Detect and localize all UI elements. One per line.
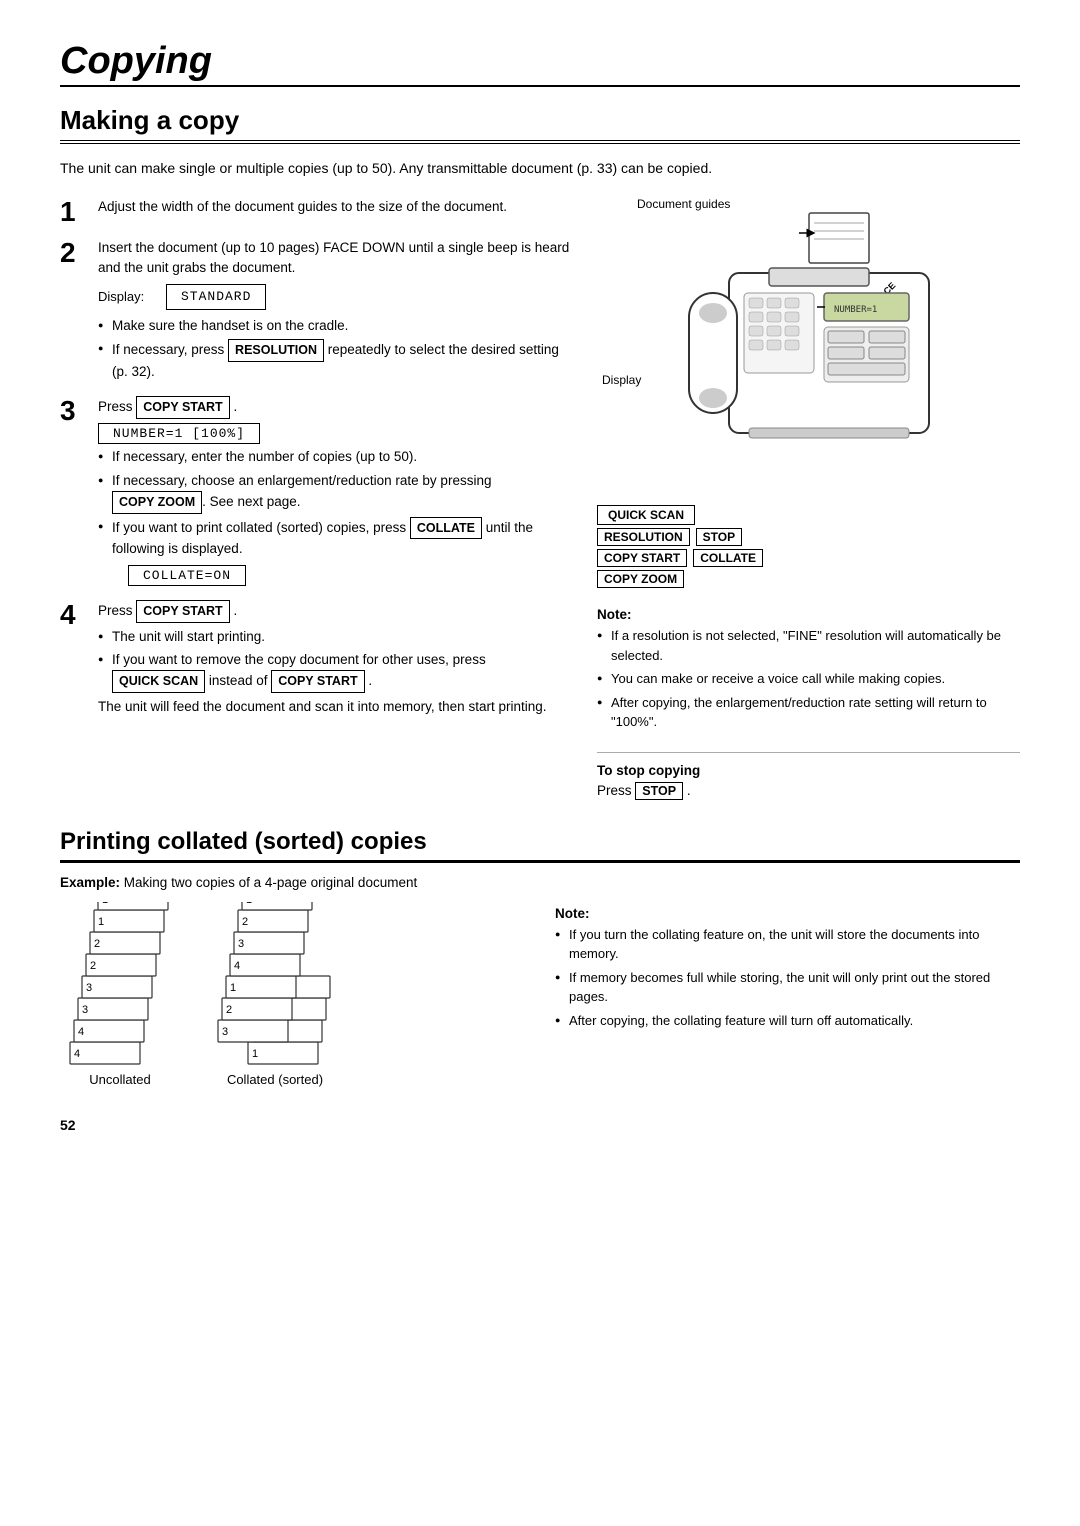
collate-diagrams: 4 4 3 3 2 2 (60, 902, 525, 1093)
svg-text:NUMBER=1: NUMBER=1 (834, 305, 877, 315)
resolution-btn-inline: RESOLUTION (228, 339, 324, 362)
section1-title: Making a copy (60, 105, 1020, 144)
svg-text:2: 2 (242, 916, 248, 928)
stop-section: To stop copying Press STOP . (597, 752, 1020, 800)
svg-text:3: 3 (86, 982, 92, 994)
step4-bullets: The unit will start printing. If you wan… (98, 627, 577, 693)
svg-text:1: 1 (102, 902, 108, 906)
svg-text:1: 1 (252, 1048, 258, 1060)
svg-text:3: 3 (238, 938, 244, 950)
collate-area: 4 4 3 3 2 2 (60, 902, 1020, 1093)
step-4: 4 Press COPY START . The unit will start… (60, 600, 577, 717)
note-right-list: If a resolution is not selected, "FINE" … (597, 626, 1020, 732)
stop-text: Press STOP . (597, 782, 1020, 800)
uncollated-label: Uncollated (89, 1072, 150, 1087)
page-title: Copying (60, 40, 1020, 83)
page-number: 52 (60, 1117, 1020, 1133)
step-1: 1 Adjust the width of the document guide… (60, 197, 577, 228)
display-collate: COLLATE=ON (128, 565, 246, 586)
copy-start-btn-step3: COPY START (136, 396, 229, 419)
copy-start-btn-step4: COPY START (136, 600, 229, 623)
copy-start-btn-inline2: COPY START (271, 670, 364, 693)
diagram-buttons: QUICK SCAN RESOLUTION STOP COPY START CO… (597, 505, 1020, 591)
step-2: 2 Insert the document (up to 10 pages) F… (60, 238, 577, 386)
collate-diagram-btn: COLLATE (693, 549, 763, 567)
collate-btn-inline: COLLATE (410, 517, 482, 540)
copy-zoom-btn-inline: COPY ZOOM (112, 491, 202, 514)
svg-text:3: 3 (82, 1004, 88, 1016)
display-label: Display: (98, 287, 158, 307)
step3-bullets: If necessary, enter the number of copies… (98, 447, 577, 559)
svg-text:2: 2 (90, 960, 96, 972)
collate-note-list: If you turn the collating feature on, th… (555, 925, 1020, 1031)
uncollated-svg: 4 4 3 3 2 2 (60, 902, 180, 1072)
svg-text:2: 2 (226, 1004, 232, 1016)
quick-scan-btn-inline: QUICK SCAN (112, 670, 205, 693)
copy-zoom-diagram-btn: COPY ZOOM (597, 570, 684, 588)
copy-start-diagram-btn: COPY START (597, 549, 687, 567)
svg-text:4: 4 (74, 1048, 80, 1060)
uncollated-stack: 4 4 3 3 2 2 (60, 902, 180, 1087)
note-right-title: Note: (597, 607, 1020, 622)
stop-title: To stop copying (597, 763, 1020, 778)
display-label-diagram: Display (602, 373, 641, 387)
step-3: 3 Press COPY START . NUMBER=1 [100%] If … (60, 396, 577, 590)
collated-stack: 1 2 3 4 3 2 1 (210, 902, 340, 1087)
section2: Printing collated (sorted) copies Exampl… (60, 828, 1020, 1093)
collate-note-title: Note: (555, 906, 1020, 921)
intro-text: The unit can make single or multiple cop… (60, 158, 1020, 179)
example-text: Making two copies of a 4-page original d… (124, 875, 417, 890)
example-line: Example: Making two copies of a 4-page o… (60, 875, 1020, 890)
example-label: Example: (60, 875, 120, 890)
svg-text:2: 2 (94, 938, 100, 950)
svg-text:1: 1 (246, 902, 252, 906)
display-standard: STANDARD (166, 284, 266, 310)
fax-machine-svg: FACE DOWN (649, 213, 969, 493)
svg-text:4: 4 (78, 1026, 84, 1038)
step4-extra-text: The unit will feed the document and scan… (98, 697, 577, 717)
note-right: Note: If a resolution is not selected, "… (597, 607, 1020, 736)
collated-label: Collated (sorted) (227, 1072, 323, 1087)
fax-diagram: Document guides FACE DOWN (597, 197, 1020, 800)
section2-title: Printing collated (sorted) copies (60, 828, 1020, 863)
svg-text:3: 3 (222, 1026, 228, 1038)
svg-text:1: 1 (98, 916, 104, 928)
svg-text:4: 4 (234, 960, 240, 972)
display-number: NUMBER=1 [100%] (98, 423, 260, 444)
resolution-diagram-btn: RESOLUTION (597, 528, 690, 546)
step2-bullets: Make sure the handset is on the cradle. … (98, 316, 577, 382)
collated-svg: 1 2 3 4 3 2 1 (210, 902, 340, 1072)
collate-note: Note: If you turn the collating feature … (555, 902, 1020, 1093)
quick-scan-diagram-btn: QUICK SCAN (597, 505, 695, 525)
doc-guides-label: Document guides (637, 197, 730, 211)
stop-btn-inline: STOP (635, 782, 683, 800)
svg-text:1: 1 (230, 982, 236, 994)
stop-diagram-btn: STOP (696, 528, 742, 546)
